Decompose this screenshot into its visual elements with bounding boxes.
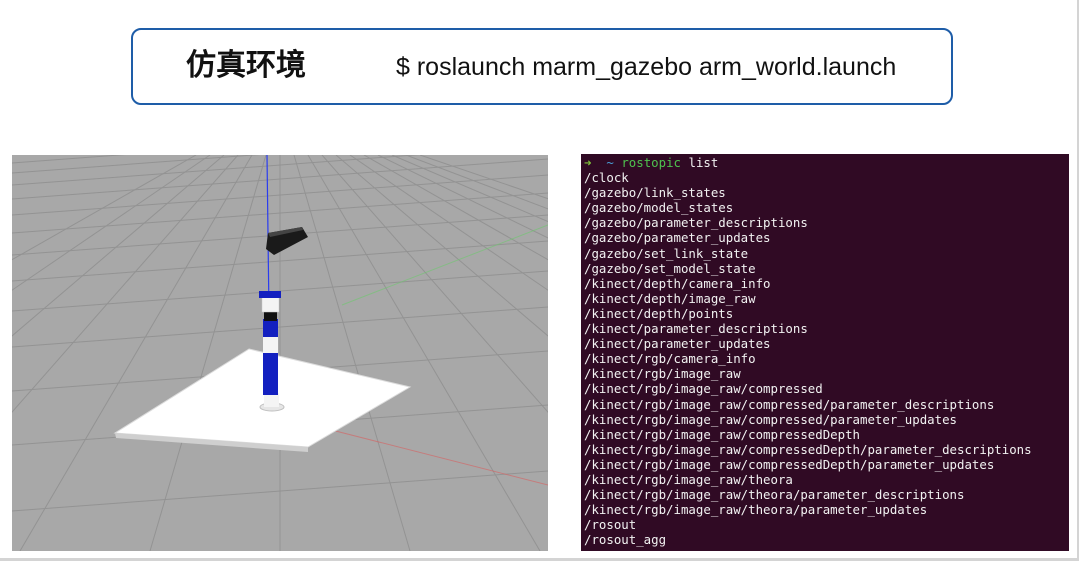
terminal-output-line: /kinect/rgb/image_raw/theora/parameter_u… [584, 502, 928, 518]
terminal-output-line: /kinect/rgb/image_raw/compressedDepth/pa… [584, 441, 1032, 457]
terminal-output-line: /kinect/depth/image_raw [584, 290, 756, 306]
terminal-output-line: /gazebo/link_states [584, 185, 726, 201]
terminal-output-line: /kinect/rgb/image_raw/theora/parameter_d… [584, 487, 965, 503]
arm-joint [263, 335, 278, 353]
terminal-output-line: /kinect/depth/camera_info [584, 275, 771, 291]
terminal-output-line: /clock [584, 170, 629, 186]
terminal-output-line: /kinect/parameter_updates [584, 336, 771, 352]
prompt-arrow-icon: ➜ [584, 155, 592, 170]
terminal-output-line: /rosout [584, 517, 637, 533]
terminal-output-line: /kinect/parameter_descriptions [584, 321, 808, 337]
terminal-output-line: /kinect/rgb/image_raw/compressed/paramet… [584, 396, 995, 412]
terminal-output-line: /gazebo/set_link_state [584, 245, 749, 261]
terminal-output-line: /kinect/rgb/image_raw [584, 366, 741, 382]
terminal-output-line: /kinect/depth/points [584, 305, 734, 321]
arm-gripper [259, 291, 281, 298]
terminal-output-line: /gazebo/parameter_updates [584, 230, 771, 246]
terminal-output-line: /kinect/rgb/image_raw/compressed [584, 381, 823, 397]
prompt-command: rostopic [621, 155, 682, 170]
slide-title: 仿真环境 [186, 48, 306, 83]
terminal-output-line: /rosout_agg [584, 532, 667, 548]
topic-list: /clock/gazebo/link_states/gazebo/model_s… [584, 170, 1069, 547]
terminal-output-line: /kinect/rgb/image_raw/theora [584, 471, 793, 487]
terminal-window[interactable]: ➜ ~ rostopic list /clock/gazebo/link_sta… [581, 154, 1069, 551]
launch-command: $ roslaunch marm_gazebo arm_world.launch [396, 53, 897, 81]
terminal-output-line: /kinect/rgb/image_raw/compressed/paramet… [584, 411, 957, 427]
terminal-output-line: /gazebo/set_model_state [584, 260, 756, 276]
gazebo-viewport[interactable] [12, 155, 548, 551]
prompt-directory: ~ [606, 155, 614, 170]
terminal-output-line: /kinect/rgb/image_raw/compressedDepth/pa… [584, 456, 995, 472]
gazebo-scene [12, 155, 548, 551]
terminal-prompt-line: ➜ ~ rostopic list [584, 155, 1069, 170]
arm-wrist [264, 311, 277, 321]
arm-link-base [264, 393, 279, 407]
terminal-output-line: /gazebo/model_states [584, 200, 734, 216]
terminal-output-line: /kinect/rgb/image_raw/compressedDepth [584, 426, 861, 442]
arm-link-lower [263, 351, 278, 395]
terminal-output-line: /kinect/rgb/camera_info [584, 351, 756, 367]
prompt-args: list [688, 155, 719, 170]
arm-link-upper [263, 319, 278, 337]
terminal-output-line: /gazebo/parameter_descriptions [584, 215, 808, 231]
arm-link-top [261, 295, 280, 313]
